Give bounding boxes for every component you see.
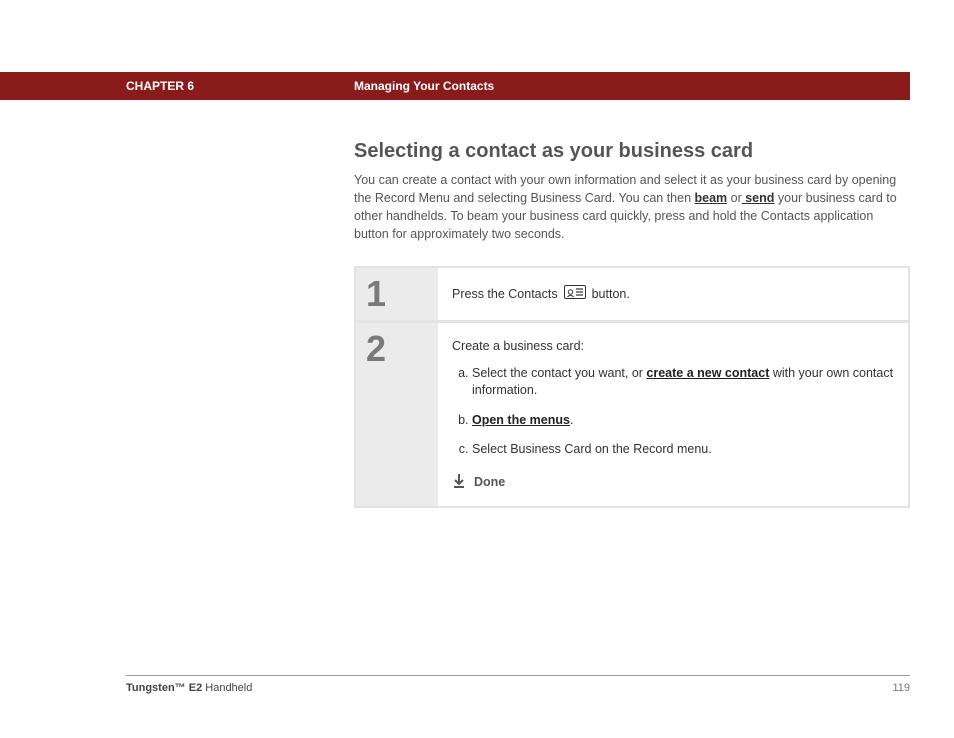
- step-2-body: Create a business card: Select the conta…: [438, 323, 908, 506]
- substep-a: Select the contact you want, or create a…: [472, 365, 894, 400]
- step-2-number-cell: 2: [356, 323, 438, 506]
- section-heading: Selecting a contact as your business car…: [354, 140, 910, 163]
- product-name: Tungsten™ E2 Handheld: [126, 682, 252, 694]
- content-area: Selecting a contact as your business car…: [354, 140, 910, 508]
- page-number: 119: [892, 682, 910, 694]
- step-1-body: Press the Contacts button.: [438, 268, 908, 320]
- create-contact-link[interactable]: create a new contact: [646, 366, 769, 380]
- done-label: Done: [474, 475, 505, 489]
- beam-link[interactable]: beam: [695, 191, 728, 205]
- step-2-lead: Create a business card:: [452, 339, 894, 353]
- manual-page: CHAPTER 6 Managing Your Contacts Selecti…: [0, 0, 954, 738]
- chapter-label: CHAPTER 6: [126, 79, 194, 93]
- steps-container: 1 Press the Contacts b: [354, 266, 910, 508]
- intro-paragraph: You can create a contact with your own i…: [354, 171, 910, 244]
- step-1-text-pre: Press the Contacts: [452, 287, 558, 301]
- substep-b: Open the menus.: [472, 412, 894, 430]
- page-footer: Tungsten™ E2 Handheld 119: [126, 675, 910, 694]
- chapter-title: Managing Your Contacts: [354, 79, 494, 93]
- chapter-header-bar: CHAPTER 6 Managing Your Contacts: [0, 72, 910, 100]
- product-name-bold: Tungsten™ E2: [126, 682, 202, 694]
- step-1-number: 1: [366, 276, 386, 312]
- step-1-number-cell: 1: [356, 268, 438, 320]
- substep-a-pre: Select the contact you want, or: [472, 366, 646, 380]
- step-2-substeps: Select the contact you want, or create a…: [452, 365, 894, 459]
- intro-text-mid: or: [727, 191, 742, 205]
- step-1-text-post: button.: [592, 287, 630, 301]
- step-1-row: 1 Press the Contacts b: [356, 268, 908, 323]
- done-arrow-icon: [452, 473, 466, 492]
- contacts-icon: [564, 285, 586, 302]
- product-name-rest: Handheld: [202, 682, 252, 694]
- step-2-row: 2 Create a business card: Select the con…: [356, 323, 908, 506]
- open-menus-link[interactable]: Open the menus: [472, 413, 570, 427]
- step-2-number: 2: [366, 331, 386, 367]
- send-link[interactable]: send: [742, 191, 775, 205]
- done-row: Done: [452, 473, 894, 492]
- substep-c: Select Business Card on the Record menu.: [472, 441, 894, 459]
- substep-b-post: .: [570, 413, 573, 427]
